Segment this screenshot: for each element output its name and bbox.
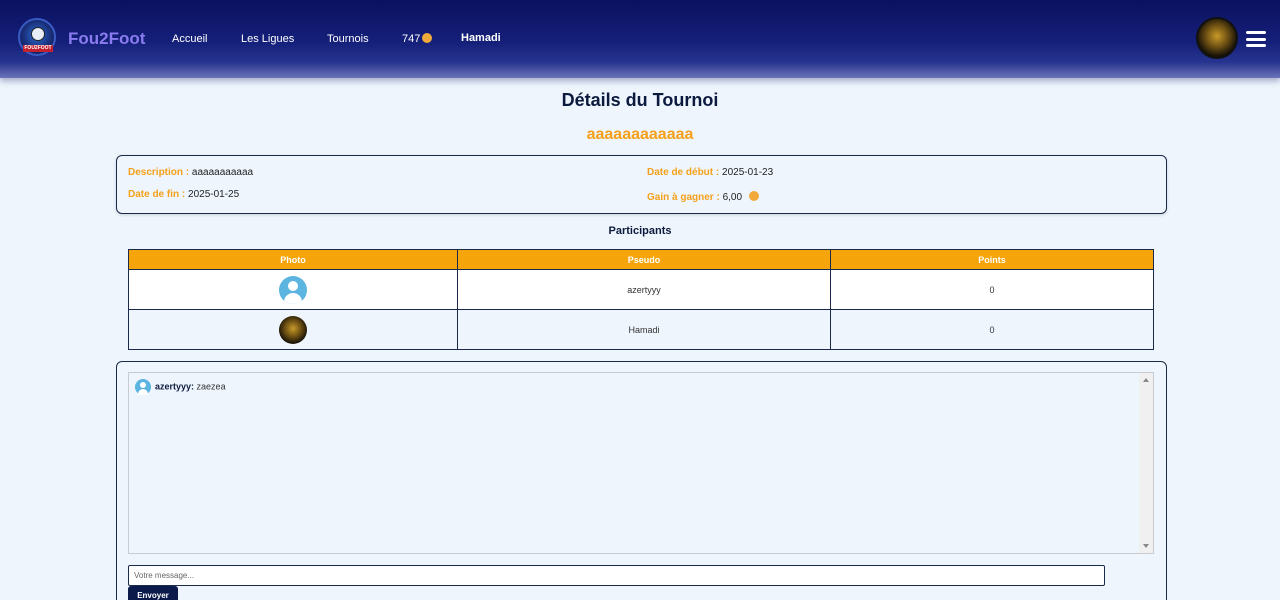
points-cell: 0 [830,309,1154,350]
description-row: Description : aaaaaaaaaaa [128,167,253,178]
pseudo-cell: Hamadi [457,309,831,350]
message-text: zaezea [196,381,226,392]
start-date-label: Date de début : [647,167,720,178]
column-header-points: Points [830,249,1154,270]
coin-count: 747 [402,33,421,45]
message-author: azertyyy: [155,381,195,392]
pseudo-cell: azertyyy [457,269,831,310]
start-date-row: Date de début : 2025-01-23 [647,167,773,178]
chat-messages[interactable]: azertyyy: zaezea [128,372,1154,554]
default-avatar-icon [279,275,307,304]
page-title: Détails du Tournoi [561,90,719,110]
nav-accueil[interactable]: Accueil [172,33,207,45]
prize-value: 6,00 [722,192,743,203]
brand-name[interactable]: Fou2Foot [68,29,145,49]
chat-scrollbar[interactable] [1139,373,1153,553]
participants-table: Photo Pseudo Points azertyyy 0 Hamadi 0 [128,249,1154,350]
coin-icon [422,33,433,43]
message-input[interactable] [128,565,1105,586]
scroll-down-icon[interactable] [1143,544,1149,548]
column-header-photo: Photo [128,249,458,270]
site-logo[interactable]: FOU2FOOT [18,18,56,56]
start-date-value: 2025-01-23 [722,167,774,178]
points-cell: 0 [830,269,1154,310]
chat-message: azertyyy: zaezea [135,379,226,395]
table-row: azertyyy 0 [128,269,1154,310]
coin-balance: 747 [402,33,433,45]
avatar [279,315,307,344]
coin-icon [748,191,759,201]
menu-icon[interactable] [1246,31,1266,47]
user-avatar-icon [135,379,151,395]
user-avatar[interactable] [1196,17,1238,59]
description-label: Description : [128,167,190,178]
nav-tournois[interactable]: Tournois [327,33,369,45]
photo-cell [128,309,458,350]
prize-label: Gain à gagner : [647,192,720,203]
top-navbar: FOU2FOOT Fou2Foot Accueil Les Ligues Tou… [0,0,1280,78]
participants-title: Participants [608,225,672,237]
tournament-info-card: Description : aaaaaaaaaaa Date de début … [116,155,1167,214]
table-row: Hamadi 0 [128,309,1154,350]
nav-ligues[interactable]: Les Ligues [241,33,294,45]
photo-cell [128,269,458,310]
description-value: aaaaaaaaaaa [191,167,254,178]
soccer-ball-icon [31,27,45,41]
end-date-row: Date de fin : 2025-01-25 [128,189,239,200]
send-button[interactable]: Envoyer [128,586,178,600]
logo-text: FOU2FOOT [23,45,53,52]
prize-row: Gain à gagner : 6,00 [647,191,759,203]
tournament-name: aaaaaaaaaaaa [586,126,694,143]
column-header-pseudo: Pseudo [457,249,831,270]
end-date-value: 2025-01-25 [188,189,240,200]
current-username[interactable]: Hamadi [461,32,501,44]
scroll-up-icon[interactable] [1143,378,1149,382]
end-date-label: Date de fin : [128,189,186,200]
